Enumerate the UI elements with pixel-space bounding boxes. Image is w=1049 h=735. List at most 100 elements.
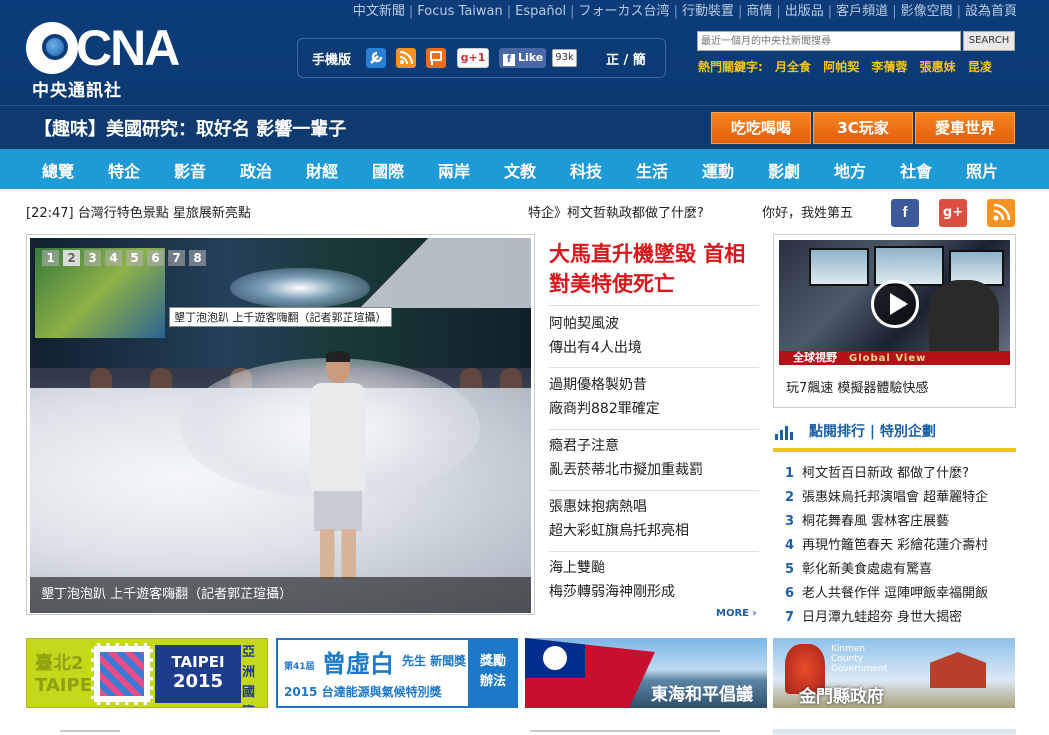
hot-keyword[interactable]: 昆凌 [968, 60, 992, 74]
gplus-button[interactable]: g+1 [457, 48, 489, 68]
divider [549, 305, 759, 306]
nav-item[interactable]: 社會 [900, 158, 932, 182]
toplink-mobile[interactable]: 行動裝置 [682, 4, 734, 19]
more-link[interactable]: MORE › [716, 608, 757, 619]
news-line: 海上雙颱 [549, 560, 605, 576]
toplink-homepage[interactable]: 設為首頁 [965, 4, 1017, 19]
toplink-focus-taiwan[interactable]: Focus Taiwan [417, 4, 502, 19]
facebook-icon[interactable]: f [891, 199, 919, 227]
gplus-icon[interactable]: g+ [939, 199, 967, 227]
news-line: 瘾君子注意 [549, 438, 619, 454]
toplink-business[interactable]: 商情 [746, 4, 772, 19]
nav-item[interactable]: 地方 [834, 158, 866, 182]
nav-item[interactable]: 兩岸 [438, 158, 470, 182]
toplink-japanese[interactable]: フォーカス台湾 [579, 4, 670, 19]
lang-toggle[interactable]: 正 / 簡 [606, 49, 646, 68]
cna-logo[interactable]: CNA 中央通訊社 [26, 22, 180, 101]
car-channel-button[interactable]: 愛車世界 [915, 112, 1015, 144]
search-button[interactable]: SEARCH [963, 31, 1015, 51]
hot-keyword[interactable]: 月全食 [775, 60, 811, 74]
toplink-images[interactable]: 影像空間 [901, 4, 953, 19]
breaking-news-ticker[interactable]: [22:47] 台灣行特色景點 星旅展新亮點 [26, 202, 251, 221]
nav-item[interactable]: 總覽 [42, 158, 74, 182]
photo-tooltip: 墾丁泡泡趴 上千遊客嗨翻（記者郭芷瑄攝） [169, 307, 392, 327]
ad-journalism-award[interactable]: 第41屆 曾虛白 先生 新聞獎 2015 台達能源與氣候特別獎 獎勵 辦法 [276, 638, 518, 708]
video-caption[interactable]: 玩7飆速 模擬器體驗快感 [786, 377, 928, 396]
facebook-like-button[interactable]: f Like [499, 48, 546, 68]
next-section-peek [0, 727, 1049, 735]
slideshow-photo[interactable]: 1 2 3 4 5 6 7 8 墾丁泡泡趴 上千遊客嗨翻（記者郭芷瑄攝） 墾丁泡… [30, 238, 531, 613]
news-item[interactable]: 瘾君子注意 亂丟菸蒂北市擬加重裁罰 [549, 434, 759, 482]
ranking-item[interactable]: 7 日月潭九蛙超夯 身世大揭密 [785, 606, 962, 625]
banner-title[interactable]: 【趣味】美國研究：取好名 影響一輩子 [34, 115, 346, 141]
ranking-item[interactable]: 6 老人共餐作伴 逗陣呷飯幸福開飯 [785, 582, 988, 601]
hot-keyword[interactable]: 李蒨蓉 [871, 60, 907, 74]
nav-item[interactable]: 影劇 [768, 158, 800, 182]
hot-keywords-label: 熱門關鍵字: [698, 60, 763, 74]
slide-dot[interactable]: 6 [147, 250, 164, 266]
food-channel-button[interactable]: 吃吃喝喝 [711, 112, 811, 144]
facebook-like-label: Like [518, 51, 544, 64]
ad-text: 第41屆 [284, 662, 315, 672]
news-line: 傳出有4人出境 [549, 340, 642, 356]
slide-dot[interactable]: 3 [84, 250, 101, 266]
3c-channel-button[interactable]: 3C玩家 [813, 112, 913, 144]
ranking-item[interactable]: 2 張惠妹烏托邦演唱會 超華麗特企 [785, 486, 988, 505]
feature-link[interactable]: 你好，我姓第五 [762, 202, 853, 221]
ranking-title[interactable]: 點閱排行 | 特別企劃 [809, 421, 936, 441]
main-nav: 總覽 特企 影音 政治 財經 國際 兩岸 文教 科技 生活 運動 影劇 地方 社… [0, 149, 1049, 189]
ranking-item[interactable]: 3 桐花舞春風 雲林客庄展藝 [785, 510, 949, 529]
hot-keyword[interactable]: 阿帕契 [823, 60, 859, 74]
nav-item[interactable]: 財經 [306, 158, 338, 182]
toplink-chinese-news[interactable]: 中文新聞 [353, 4, 405, 19]
slide-dot[interactable]: 8 [189, 250, 206, 266]
photo-caption[interactable]: 墾丁泡泡趴 上千遊客嗨翻（記者郭芷瑄攝） [30, 577, 531, 613]
rank-title: 再現竹籬笆春天 彩繪花蓮介壽村 [802, 538, 989, 553]
wrench-icon[interactable] [366, 48, 386, 68]
ad-taipei-stamp-expo[interactable]: 臺北2 TAIPE TAIPEI 2015 亞洲 國際 郵展 [26, 638, 268, 708]
ad-east-china-sea-peace[interactable]: 東海和平倡議 [525, 638, 767, 708]
nav-item[interactable]: 文教 [504, 158, 536, 182]
slide-dot[interactable]: 7 [168, 250, 185, 266]
ad-text: 曾虛白 [322, 649, 394, 678]
play-icon[interactable] [871, 280, 919, 328]
toplink-publications[interactable]: 出版品 [785, 4, 824, 19]
rss-icon[interactable] [396, 48, 416, 68]
slide-dot[interactable]: 5 [126, 250, 143, 266]
ranking-item[interactable]: 1 柯文哲百日新政 都做了什麼? [785, 462, 969, 481]
news-item[interactable]: 過期優格製奶昔 廠商判882罪確定 [549, 373, 759, 421]
nav-item[interactable]: 科技 [570, 158, 602, 182]
slide-dot-active[interactable]: 2 [63, 250, 80, 266]
ad-text: TAIPE [35, 675, 92, 696]
news-line: 阿帕契風波 [549, 316, 619, 332]
toplink-clients[interactable]: 客戶頻道 [836, 4, 888, 19]
slide-dot[interactable]: 4 [105, 250, 122, 266]
news-item[interactable]: 海上雙颱 梅莎轉弱海神剛形成 [549, 556, 759, 604]
ad-text: 先生 新聞獎 [402, 654, 467, 668]
search-input[interactable] [697, 31, 961, 51]
news-item[interactable]: 張惠妹抱病熱唱 超大彩虹旗烏托邦亮相 [549, 495, 759, 543]
ranking-item[interactable]: 4 再現竹籬笆春天 彩繪花蓮介壽村 [785, 534, 988, 553]
rss-icon[interactable] [987, 199, 1015, 227]
nav-item[interactable]: 特企 [108, 158, 140, 182]
special-feature-link[interactable]: 特企》柯文哲執政都做了什麼? [528, 202, 704, 221]
ad-kinmen-government[interactable]: Kinmen County Government 金門縣政府 [773, 638, 1015, 708]
ranking-item[interactable]: 5 彰化新美食處處有驚喜 [785, 558, 932, 577]
nav-item[interactable]: 政治 [240, 158, 272, 182]
hot-keyword[interactable]: 張惠妹 [920, 60, 956, 74]
video-player[interactable]: 全球視野 Global View [779, 240, 1010, 365]
rank-number: 6 [785, 586, 795, 601]
nav-item[interactable]: 生活 [636, 158, 668, 182]
toplink-espanol[interactable]: Español [515, 4, 566, 19]
rank-number: 4 [785, 538, 795, 553]
ad-english-text: Kinmen County Government [831, 644, 888, 674]
nav-item[interactable]: 照片 [966, 158, 998, 182]
news-item[interactable]: 阿帕契風波傳出有4人出境 [549, 312, 759, 360]
slide-dot[interactable]: 1 [42, 250, 59, 266]
nav-item[interactable]: 影音 [174, 158, 206, 182]
mobile-version-link[interactable]: 手機版 [312, 49, 351, 68]
top-headline[interactable]: 大馬直升機墜毀 首相對美特使死亡 [549, 239, 749, 299]
nav-item[interactable]: 運動 [702, 158, 734, 182]
plurk-icon[interactable] [426, 48, 446, 68]
nav-item[interactable]: 國際 [372, 158, 404, 182]
